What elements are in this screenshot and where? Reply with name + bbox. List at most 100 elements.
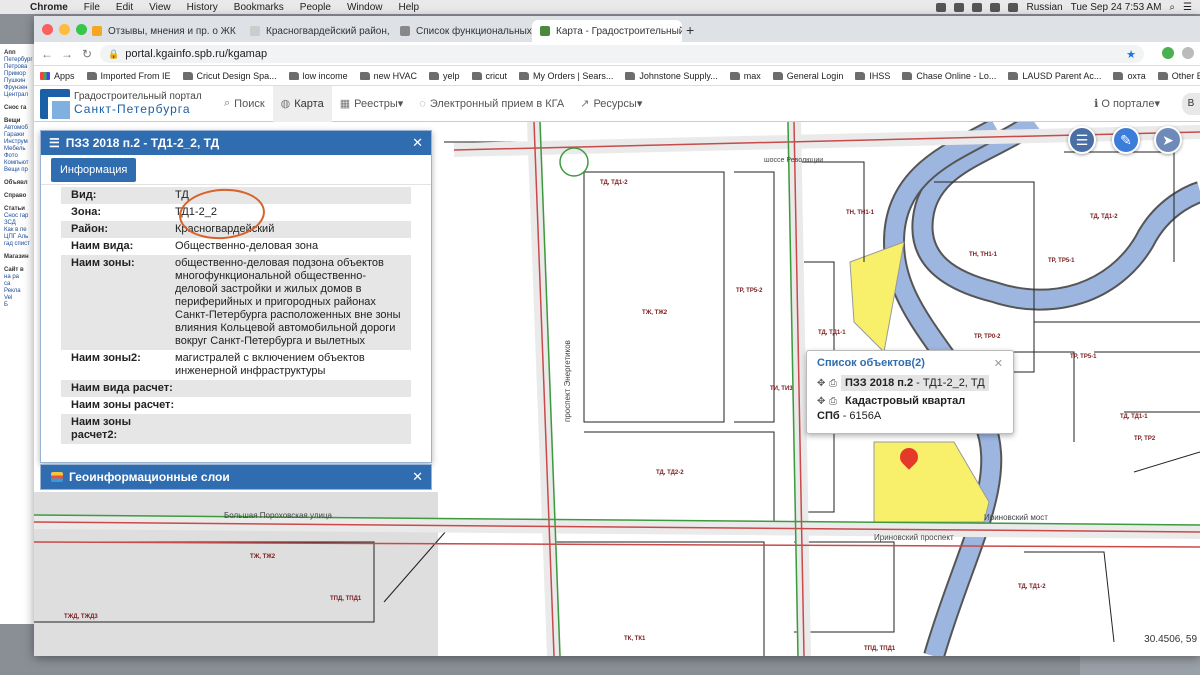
draw-tool-button[interactable]: ✎ — [1112, 126, 1140, 154]
menu-history[interactable]: History — [179, 2, 226, 13]
menu-file[interactable]: File — [76, 2, 108, 13]
nav-e-reception[interactable]: ◌ Электронный прием в КГА — [411, 86, 572, 122]
print-icon[interactable]: ⎙ — [829, 378, 841, 389]
zone-label: ТР, ТР5-2 — [736, 288, 763, 294]
bookmark-item[interactable]: Apps — [34, 71, 81, 81]
bookmark-label: Johnstone Supply... — [639, 70, 718, 81]
menu-edit[interactable]: Edit — [108, 2, 141, 13]
popup-item[interactable]: ✥ ⎙ Кадастровый квартал — [807, 392, 1013, 410]
apps-grid-icon — [40, 71, 50, 80]
close-window-button[interactable] — [42, 24, 53, 35]
lock-icon[interactable]: 🔒 — [108, 49, 119, 60]
forward-icon[interactable]: → — [60, 47, 74, 61]
layers-list-button[interactable]: ☰ — [1068, 126, 1096, 154]
close-icon[interactable]: ✕ — [994, 357, 1003, 370]
address-bar[interactable]: 🔒 portal.kgainfo.spb.ru/kgamap ★ — [100, 45, 1144, 63]
attr-key: Наим зоны2: — [71, 352, 141, 364]
zone-label: ТР, ТР5-1 — [1070, 354, 1097, 360]
menu-window[interactable]: Window — [339, 2, 391, 13]
close-icon[interactable]: ✕ — [412, 135, 423, 151]
folder-icon — [86, 71, 97, 80]
bookmark-item[interactable]: My Orders | Sears... — [513, 71, 619, 81]
bookmark-item[interactable]: yelp — [423, 71, 466, 81]
bookmark-item[interactable]: IHSS — [849, 71, 896, 81]
popup-item-label[interactable]: ПЗЗ 2018 п.2 - ТД1-2_2, ТД — [841, 375, 989, 391]
logo-mark-icon — [40, 88, 70, 119]
menu-view[interactable]: View — [141, 2, 179, 13]
bookmark-item[interactable]: General Login — [767, 71, 850, 81]
move-icon[interactable]: ✥ — [817, 396, 829, 407]
bookmark-item[interactable]: low income — [283, 71, 354, 81]
minimize-window-button[interactable] — [59, 24, 70, 35]
tab-title: Список функциональных зон — [416, 25, 532, 37]
zone-label: ТЖ, ТЖ2 — [642, 310, 668, 316]
nav-registries[interactable]: ▦ Реестры ▾ — [332, 86, 412, 122]
menu-bookmarks[interactable]: Bookmarks — [226, 2, 292, 13]
bookmark-item[interactable]: Other Book — [1152, 71, 1200, 81]
bookmark-star-icon[interactable]: ★ — [1126, 48, 1136, 61]
tab-information[interactable]: Информация — [51, 157, 137, 182]
popup-item[interactable]: ✥ ⎙ ПЗЗ 2018 п.2 - ТД1-2_2, ТД — [807, 374, 1013, 392]
tab-district[interactable]: Красногвардейский район, с ✕ — [242, 20, 392, 42]
nav-resources[interactable]: ↗ Ресурсы ▾ — [572, 86, 650, 122]
about-portal-label: О портале — [1101, 98, 1155, 110]
attr-key: Наим зоны: — [71, 257, 135, 269]
reload-icon[interactable]: ↻ — [80, 47, 94, 61]
popup-item-label[interactable]: Кадастровый квартал — [841, 393, 969, 409]
folder-icon — [625, 71, 636, 80]
bookmark-item[interactable]: Imported From IE — [81, 71, 177, 81]
about-portal-menu[interactable]: ℹ О портале▾ — [1094, 97, 1160, 110]
geo-layers-panel-header[interactable]: Геоинформационные слои ✕ — [40, 464, 432, 490]
zone-label: ТР, ТР0-2 — [974, 334, 1001, 340]
user-avatar[interactable]: В — [1182, 93, 1200, 115]
tab-reviews[interactable]: Отзывы, мнения и пр. о ЖК ✕ — [84, 20, 242, 42]
bookmark-item[interactable]: LAUSD Parent Ac... — [1002, 71, 1107, 81]
search-icon[interactable]: ⌕ — [1169, 2, 1175, 13]
volume-icon[interactable] — [1008, 2, 1019, 12]
bookmark-item[interactable]: cricut — [466, 71, 514, 81]
extension-icon[interactable] — [1162, 47, 1174, 59]
wifi-icon[interactable] — [990, 2, 1001, 12]
tab-zones-list[interactable]: Список функциональных зон ✕ — [392, 20, 532, 42]
zone-label: ТПД, ТПД1 — [330, 596, 362, 602]
profile-icon[interactable] — [1182, 47, 1194, 59]
locate-button[interactable]: ➤ — [1154, 126, 1182, 154]
bookmark-item[interactable]: max — [724, 71, 767, 81]
close-icon[interactable]: ✕ — [412, 469, 423, 485]
menu-people[interactable]: People — [292, 2, 339, 13]
status-icon[interactable] — [972, 2, 983, 12]
nav-map[interactable]: ◍ Карта — [272, 85, 332, 122]
input-source[interactable]: Russian — [1026, 2, 1062, 13]
menu-app[interactable]: Chrome — [22, 2, 76, 13]
globe-icon: ◍ — [280, 98, 291, 110]
menu-list-icon[interactable]: ☰ — [1183, 2, 1192, 13]
tab-map-active[interactable]: Карта - Градостроительный п ✕ — [532, 20, 682, 42]
menu-help[interactable]: Help — [391, 2, 428, 13]
attr-row: Наим зоны расчет: — [61, 397, 411, 414]
tab-title: Красногвардейский район, с — [266, 25, 392, 37]
clock[interactable]: Tue Sep 24 7:53 AM — [1071, 2, 1162, 13]
bookmark-item[interactable]: Cricut Design Spa... — [177, 71, 283, 81]
folder-icon — [288, 71, 299, 80]
bookmark-item[interactable]: охта — [1107, 71, 1151, 81]
move-icon[interactable]: ✥ — [817, 378, 829, 389]
bookmark-item[interactable]: Johnstone Supply... — [619, 71, 723, 81]
bookmark-item[interactable]: new HVAC — [354, 71, 423, 81]
status-icon[interactable] — [954, 2, 965, 12]
nav-search[interactable]: ⌕ Поиск — [216, 86, 273, 122]
bookmark-item[interactable]: Chase Online - Lo... — [896, 71, 1002, 81]
status-icon[interactable] — [936, 2, 947, 12]
zone-label: ТН, ТН1-1 — [846, 210, 875, 216]
popup-item-sub: СПб - 6156А — [807, 410, 1013, 422]
chat-icon: ◌ — [419, 97, 426, 110]
attr-row: Наим вида расчет: — [61, 380, 411, 397]
zone-label: ТД, ТД1-1 — [818, 330, 846, 336]
url-text[interactable]: portal.kgainfo.spb.ru/kgamap — [125, 48, 267, 60]
portal-logo[interactable]: Градостроительный портал Санкт-Петербург… — [40, 88, 216, 119]
back-icon[interactable]: ← — [40, 47, 54, 61]
coordinates-readout: 30.4506, 59 — [1141, 633, 1200, 646]
panel-header: ☰ ПЗЗ 2018 п.2 - ТД1-2_2, ТД ✕ — [41, 131, 431, 155]
folder-icon — [855, 71, 866, 80]
new-tab-button[interactable]: + — [686, 22, 694, 38]
print-icon[interactable]: ⎙ — [829, 396, 841, 407]
